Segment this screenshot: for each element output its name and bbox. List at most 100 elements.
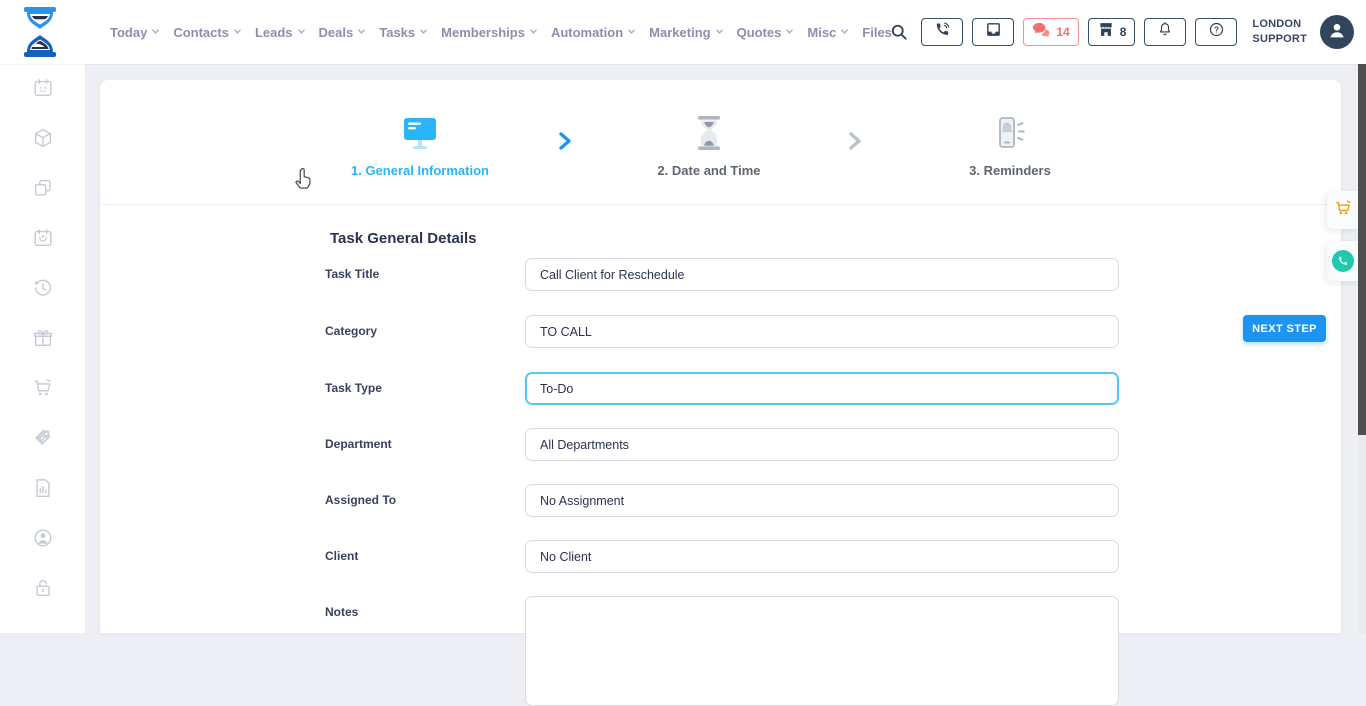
cart-icon (32, 377, 54, 404)
nav-label: Automation (551, 25, 623, 40)
account-name: LONDON SUPPORT (1252, 17, 1307, 47)
chevron-down-icon (233, 27, 242, 36)
sidebar-item-products[interactable] (30, 129, 56, 151)
task-wizard-card: 1. General Information 2. Date and Time … (100, 80, 1341, 633)
store-button[interactable]: 8 (1088, 18, 1136, 46)
hourglass-icon (589, 116, 829, 154)
store-count-badge: 8 (1120, 25, 1127, 39)
nav-label: Contacts (173, 25, 229, 40)
nav-item-memberships[interactable]: Memberships (441, 25, 538, 40)
nav-item-today[interactable]: Today (110, 25, 160, 40)
next-step-button[interactable]: NEXT STEP (1243, 315, 1326, 342)
chevron-down-icon (357, 27, 366, 36)
calendar-icon: 12 (32, 77, 54, 104)
chevron-down-icon (715, 27, 724, 36)
nav-label: Marketing (649, 25, 710, 40)
nav-item-automation[interactable]: Automation (551, 25, 636, 40)
tags-icon (32, 427, 54, 454)
nav-label: Today (110, 25, 147, 40)
floating-cart-button[interactable] (1327, 191, 1359, 229)
chevron-right-icon (847, 132, 863, 155)
field-label-task-title: Task Title (325, 267, 379, 281)
gift-icon (32, 327, 54, 354)
field-label-task-type: Task Type (325, 381, 382, 395)
call-button[interactable] (921, 18, 963, 46)
nav-item-marketing[interactable]: Marketing (649, 25, 723, 40)
field-label-client: Client (325, 549, 358, 563)
sidebar-item-shop[interactable] (30, 379, 56, 401)
phone-icon (1332, 250, 1354, 272)
notifications-button[interactable] (1144, 18, 1186, 46)
chevron-down-icon (840, 27, 849, 36)
calendar-event-icon (32, 227, 54, 254)
floating-call-button[interactable] (1327, 241, 1359, 281)
chevron-down-icon (297, 27, 306, 36)
assigned-to-input[interactable] (525, 484, 1119, 517)
client-input[interactable] (525, 540, 1119, 573)
nav-item-tasks[interactable]: Tasks (379, 25, 428, 40)
field-label-category: Category (325, 324, 377, 338)
nav-item-deals[interactable]: Deals (319, 25, 367, 40)
account-name-line2: SUPPORT (1252, 32, 1307, 47)
inbox-button[interactable] (972, 18, 1014, 46)
sidebar-item-history[interactable] (30, 279, 56, 301)
wizard-step-label: 2. Date and Time (589, 163, 829, 178)
chevron-right-icon (557, 132, 573, 155)
avatar[interactable] (1320, 15, 1354, 49)
nav-item-quotes[interactable]: Quotes (737, 25, 795, 40)
task-type-input[interactable] (525, 372, 1119, 405)
store-icon (1097, 21, 1115, 43)
wizard-step-label: 1. General Information (300, 163, 540, 178)
scrollbar-thumb[interactable] (1358, 64, 1366, 435)
topbar: Today Contacts Leads Deals Tasks Members… (0, 0, 1366, 64)
app-logo-hourglass-icon[interactable] (14, 4, 66, 60)
chat-bubbles-icon (1032, 22, 1051, 43)
sidebar-item-bookings[interactable] (30, 229, 56, 251)
sidebar-item-rewards[interactable] (30, 329, 56, 351)
notes-textarea[interactable] (525, 596, 1119, 706)
category-input[interactable] (525, 315, 1119, 348)
sidebar-item-duplicates[interactable] (30, 179, 56, 201)
nav-item-misc[interactable]: Misc (807, 25, 849, 40)
wizard-step-reminders[interactable]: 3. Reminders (890, 116, 1130, 178)
sidebar: 12 (0, 64, 85, 633)
call-icon (934, 21, 951, 43)
nav-label: Memberships (441, 25, 525, 40)
sidebar-item-reports[interactable] (30, 479, 56, 501)
wizard-step-general-information[interactable]: 1. General Information (300, 116, 540, 178)
svg-text:?: ? (1214, 25, 1219, 34)
inbox-icon (985, 21, 1002, 43)
field-label-assigned-to: Assigned To (325, 493, 396, 507)
wizard-step-date-and-time[interactable]: 2. Date and Time (589, 116, 829, 178)
nav-label: Leads (255, 25, 293, 40)
sidebar-item-staff[interactable] (30, 529, 56, 551)
history-icon (32, 277, 54, 304)
chat-button[interactable]: 14 (1023, 18, 1078, 46)
form-title: Task General Details (330, 230, 476, 247)
report-icon (32, 477, 54, 504)
account-name-line1: LONDON (1252, 17, 1307, 32)
sidebar-item-calendar[interactable]: 12 (30, 79, 56, 101)
chevron-down-icon (785, 27, 794, 36)
topbar-actions: 14 8 ? LONDON SUPPORT (888, 0, 1354, 64)
cube-icon (32, 127, 54, 154)
department-input[interactable] (525, 428, 1119, 461)
avatar-person-icon (1326, 19, 1348, 46)
task-title-input[interactable] (525, 258, 1119, 291)
main-nav: Today Contacts Leads Deals Tasks Members… (110, 0, 892, 64)
phone-ring-icon (890, 116, 1130, 154)
nav-item-contacts[interactable]: Contacts (173, 25, 242, 40)
lock-icon (32, 577, 54, 604)
help-icon: ? (1208, 21, 1225, 43)
field-label-department: Department (325, 437, 392, 451)
search-icon[interactable] (888, 21, 910, 43)
sidebar-item-pricing[interactable] (30, 429, 56, 451)
bell-icon (1157, 21, 1173, 43)
nav-item-leads[interactable]: Leads (255, 25, 306, 40)
layers-icon (32, 177, 54, 204)
sidebar-item-security[interactable] (30, 579, 56, 601)
help-button[interactable]: ? (1195, 18, 1237, 46)
svg-text:12: 12 (39, 87, 47, 94)
scrollbar-track[interactable] (1358, 64, 1366, 633)
nav-label: Quotes (737, 25, 782, 40)
